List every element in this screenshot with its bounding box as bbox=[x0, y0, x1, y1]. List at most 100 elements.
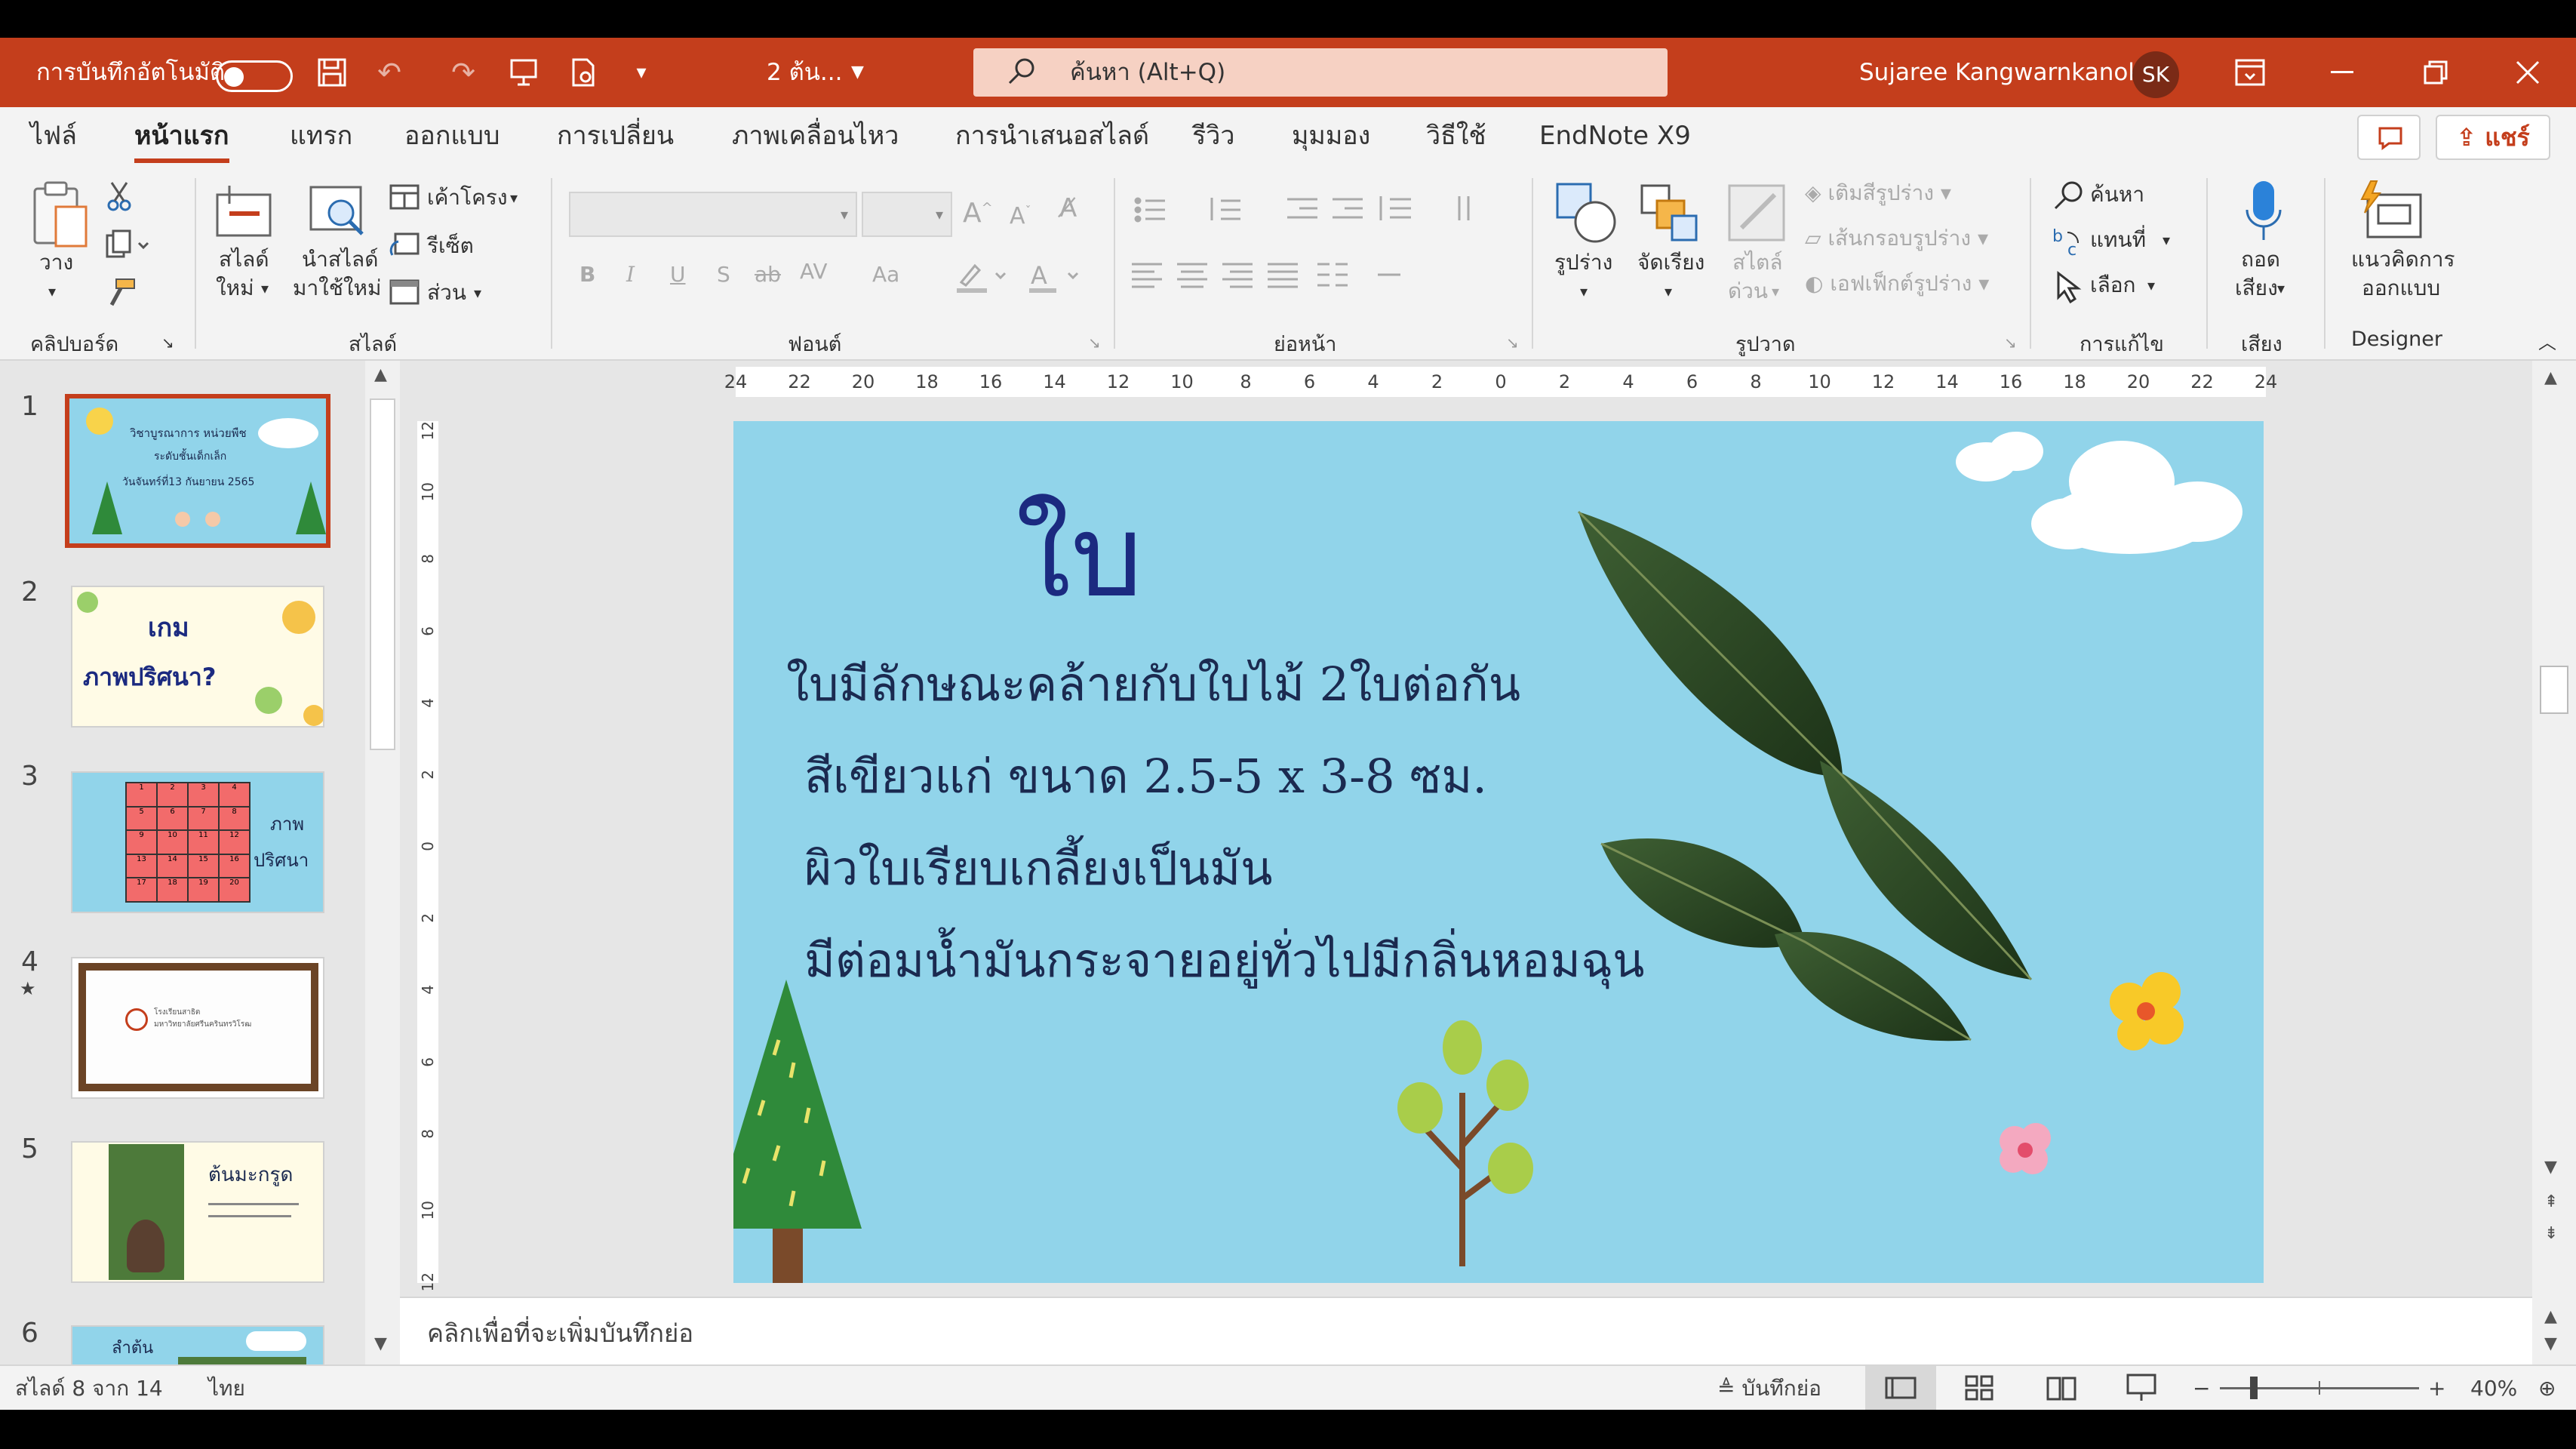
arrange-icon[interactable] bbox=[1639, 183, 1699, 246]
quick-styles-dropdown-icon[interactable]: ▾ bbox=[1772, 278, 1779, 305]
minimize-icon[interactable] bbox=[2324, 54, 2360, 91]
font-name-dropdown-icon[interactable]: ▾ bbox=[841, 201, 848, 228]
layout-dropdown-icon[interactable]: ▾ bbox=[510, 184, 518, 211]
section-label[interactable]: ส่วน bbox=[427, 279, 466, 306]
print-preview-icon[interactable] bbox=[564, 54, 601, 91]
slideshow-icon[interactable] bbox=[2126, 1374, 2156, 1405]
scroll-thumb[interactable] bbox=[370, 398, 395, 750]
tab-view[interactable]: มุมมอง bbox=[1292, 118, 1370, 154]
thumbnail-slide-4[interactable]: โรงเรียนสาธิต มหาวิทยาลัยศรีนครินทรวิโรฒ bbox=[71, 957, 324, 1099]
replace-icon[interactable]: bc bbox=[2052, 225, 2086, 261]
slide-body-line[interactable]: มีต่อมน้ำมันกระจายอยู่ทั่วไปมีกลิ่นหอมฉุ… bbox=[804, 924, 1644, 998]
notes-pane[interactable]: คลิกเพื่อที่จะเพิ่มบันทึกย่อ bbox=[400, 1297, 2532, 1364]
shape-outline-button[interactable]: ▱ เส้นกรอบรูปร่าง ▾ bbox=[1805, 225, 1988, 252]
shadow-button[interactable]: S bbox=[717, 261, 730, 288]
close-icon[interactable] bbox=[2510, 54, 2546, 91]
slide-canvas[interactable]: ใบ ใบมีลักษณะคล้ายกับใบไม้ 2ใบต่อกัน สีเ… bbox=[733, 421, 2264, 1283]
title-dropdown-icon[interactable]: ▼ bbox=[851, 54, 864, 91]
paragraph-launcher-icon[interactable]: ↘ bbox=[1506, 329, 1519, 356]
reset-label[interactable]: รีเซ็ต bbox=[427, 232, 474, 260]
share-button[interactable]: ⇪ แชร์ bbox=[2436, 115, 2550, 160]
tab-slideshow[interactable]: การนำเสนอสไลด์ bbox=[955, 118, 1149, 154]
tab-transitions[interactable]: การเปลี่ยน bbox=[557, 118, 674, 154]
format-painter-icon[interactable] bbox=[106, 278, 136, 311]
highlight-color-icon[interactable] bbox=[955, 261, 1008, 297]
thumbnail-slide-2[interactable]: เกม ภาพปริศนา? bbox=[71, 586, 324, 728]
tab-animations[interactable]: ภาพเคลื่อนไหว bbox=[732, 118, 899, 154]
reuse-slides-icon[interactable] bbox=[308, 184, 368, 245]
avatar[interactable]: SK bbox=[2132, 51, 2179, 98]
restore-icon[interactable] bbox=[2418, 54, 2454, 91]
decrease-font-icon[interactable]: Aˇ bbox=[1010, 198, 1031, 230]
change-case-button[interactable]: Aa bbox=[872, 261, 899, 288]
reset-icon[interactable] bbox=[389, 232, 420, 261]
arrange-dropdown-icon[interactable]: ▾ bbox=[1665, 278, 1672, 305]
font-color-icon[interactable]: A bbox=[1028, 261, 1081, 297]
zoom-level[interactable]: 40% bbox=[2470, 1374, 2517, 1404]
ribbon-display-icon[interactable] bbox=[2232, 54, 2268, 91]
slide-body-line[interactable]: สีเขียวแก่ ขนาด 2.5-5 x 3-8 ซม. bbox=[804, 740, 1487, 814]
clear-formatting-icon[interactable]: A̸ bbox=[1059, 195, 1077, 222]
cut-icon[interactable] bbox=[106, 181, 133, 214]
scroll-down-icon[interactable]: ▼ bbox=[374, 1334, 387, 1353]
select-label[interactable]: เลือก bbox=[2090, 272, 2136, 299]
thumbnail-slide-3[interactable]: 1 2 3 4 5 6 7 8 9 10 11 12 13 14 15 16 1… bbox=[71, 771, 324, 913]
normal-view-button[interactable] bbox=[1865, 1366, 1936, 1410]
layout-label[interactable]: เค้าโครง bbox=[427, 184, 508, 211]
select-icon[interactable] bbox=[2054, 270, 2084, 306]
designer-icon[interactable] bbox=[2357, 180, 2425, 246]
layout-icon[interactable] bbox=[389, 184, 420, 213]
paragraph-tools-icons[interactable] bbox=[1132, 195, 1479, 326]
drawing-launcher-icon[interactable]: ↘ bbox=[2004, 329, 2017, 356]
search-box[interactable]: ค้นหา (Alt+Q) bbox=[973, 48, 1668, 97]
section-dropdown-icon[interactable]: ▾ bbox=[474, 279, 481, 306]
tab-file[interactable]: ไฟล์ bbox=[30, 118, 77, 154]
paste-icon[interactable] bbox=[30, 181, 91, 254]
clipboard-launcher-icon[interactable]: ↘ bbox=[161, 329, 174, 356]
language-indicator[interactable]: ไทย bbox=[208, 1374, 245, 1404]
zoom-slider-thumb[interactable] bbox=[2250, 1377, 2258, 1399]
tab-insert[interactable]: แทรก bbox=[290, 118, 352, 154]
bold-button[interactable]: B bbox=[579, 261, 595, 288]
autosave-toggle[interactable] bbox=[216, 60, 293, 92]
new-slide-icon[interactable] bbox=[214, 184, 275, 242]
find-label[interactable]: ค้นหา bbox=[2090, 181, 2144, 208]
thumbnail-scrollbar[interactable]: ▲ ▼ bbox=[365, 361, 400, 1364]
quick-styles-icon[interactable] bbox=[1726, 183, 1787, 246]
customize-toolbar-icon[interactable]: ▾ bbox=[623, 54, 659, 91]
tab-help[interactable]: วิธีใช้ bbox=[1426, 118, 1486, 154]
slide-sorter-icon[interactable] bbox=[1965, 1375, 1995, 1404]
notes-scroll-up-icon[interactable]: ▲ bbox=[2544, 1307, 2557, 1326]
save-icon[interactable] bbox=[314, 54, 350, 91]
notes-button[interactable]: ≜ บันทึกย่อ bbox=[1717, 1374, 1821, 1404]
replace-dropdown-icon[interactable]: ▾ bbox=[2163, 226, 2170, 254]
paste-dropdown-icon[interactable]: ▾ bbox=[48, 278, 56, 305]
scroll-thumb[interactable] bbox=[2540, 666, 2568, 714]
fit-to-window-icon[interactable]: ⊕ bbox=[2538, 1374, 2556, 1404]
next-slide-icon[interactable]: ⇟ bbox=[2544, 1224, 2558, 1243]
italic-button[interactable]: I bbox=[626, 261, 635, 288]
undo-icon[interactable]: ↶ bbox=[371, 54, 407, 91]
find-icon[interactable] bbox=[2052, 178, 2086, 214]
thumbnail-slide-6[interactable]: ลำต้น bbox=[71, 1325, 324, 1364]
shape-fill-button[interactable]: ◈ เติมสีรูปร่าง ▾ bbox=[1805, 180, 1951, 207]
tab-review[interactable]: รีวิว bbox=[1192, 118, 1234, 154]
shapes-icon[interactable] bbox=[1554, 181, 1618, 248]
increase-font-icon[interactable]: A^ bbox=[963, 195, 993, 227]
font-size-combo[interactable]: ▾ bbox=[862, 192, 952, 237]
font-launcher-icon[interactable]: ↘ bbox=[1088, 329, 1101, 356]
copy-icon[interactable] bbox=[104, 229, 149, 263]
editor-scrollbar[interactable]: ▲ ▼ ⇞ ⇟ ▲ ▼ bbox=[2532, 361, 2576, 1364]
new-slide-dropdown-icon[interactable]: ▾ bbox=[261, 275, 269, 302]
tab-design[interactable]: ออกแบบ bbox=[404, 118, 500, 154]
thumbnail-slide-5[interactable]: ต้นมะกรูด bbox=[71, 1141, 324, 1283]
comments-button[interactable] bbox=[2357, 115, 2421, 160]
document-title[interactable]: 2 ต้น... bbox=[767, 54, 842, 91]
redo-icon[interactable]: ↷ bbox=[445, 54, 481, 91]
tab-home[interactable]: หน้าแรก bbox=[134, 118, 229, 163]
character-spacing-button[interactable]: AV bbox=[800, 258, 828, 285]
font-name-combo[interactable]: ▾ bbox=[569, 192, 857, 237]
scroll-up-icon[interactable]: ▲ bbox=[374, 365, 387, 384]
font-size-dropdown-icon[interactable]: ▾ bbox=[936, 201, 943, 228]
slide-body-line[interactable]: ผิวใบเรียบเกลี้ยงเป็นมัน bbox=[804, 832, 1272, 906]
